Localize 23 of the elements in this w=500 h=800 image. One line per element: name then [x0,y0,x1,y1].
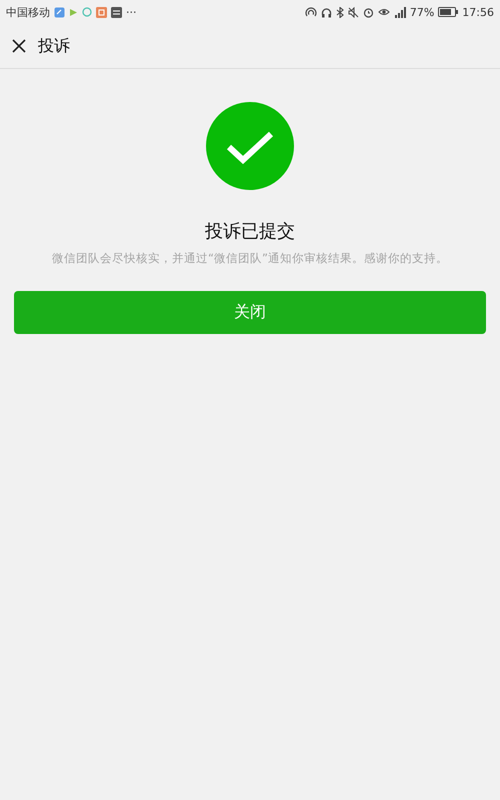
close-button[interactable]: 关闭 [14,291,486,334]
result-message: 微信团队会尽快核实，并通过“微信团队”通知你审核结果。感谢你的支持。 [52,251,448,266]
carrier-name: 中国移动 [6,4,50,20]
close-icon [12,39,26,53]
play-icon [69,8,78,16]
hotspot-icon [304,6,317,18]
signal-icon [394,6,406,18]
headphones-icon [320,6,332,18]
page-title: 投诉 [38,36,70,56]
app-icon [96,6,107,18]
battery-icon [438,7,458,17]
success-check-icon [206,102,294,190]
mute-icon [348,6,359,18]
result-title: 投诉已提交 [205,220,295,243]
bluetooth-icon [336,6,344,18]
eye-icon [378,7,390,17]
more-notifications: ··· [126,6,136,18]
clock-time: 17:56 [462,6,494,18]
app-icon [111,6,122,18]
app-icon [54,6,65,18]
close-button[interactable] [12,39,26,53]
battery-percent: 77% [410,6,434,18]
circle-icon [82,7,92,17]
